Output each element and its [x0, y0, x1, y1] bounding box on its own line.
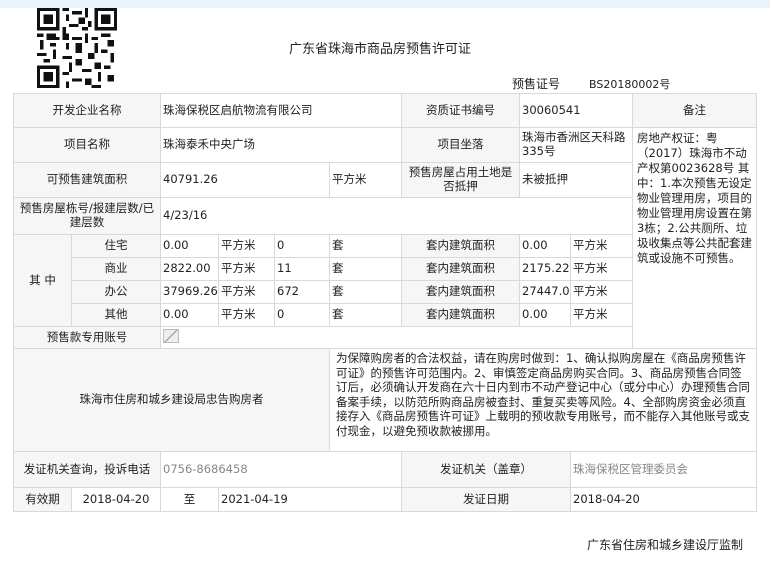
account-label: 预售款专用账号: [13, 326, 161, 349]
inner-area-label: 套内建筑面积: [401, 303, 520, 327]
inner-area-label: 套内建筑面积: [401, 234, 520, 258]
validity-row: 有效期 2018-04-20 至 2021-04-19 发证日期 2018-04…: [13, 487, 758, 512]
unit-count: 0: [274, 303, 330, 327]
unit-count: 11: [274, 257, 330, 281]
developer-row: 开发企业名称 珠海保税区启航物流有限公司 资质证书编号 30060541 备注: [13, 93, 758, 128]
project-value: 珠海泰禾中央广场: [160, 127, 402, 163]
notice-label: 珠海市住房和城乡建设局忠告购房者: [13, 348, 330, 452]
inner-area-value: 0.00: [519, 234, 571, 258]
area-unit: 平方米: [218, 257, 275, 281]
developer-value: 珠海保税区启航物流有限公司: [160, 93, 402, 128]
page-title: 广东省珠海市商品房预售许可证: [288, 42, 471, 57]
type-area: 0.00: [160, 303, 219, 327]
qr-code-icon: [37, 8, 117, 88]
issuer-value: 珠海保税区管理委员会: [569, 451, 758, 488]
project-label: 项目名称: [13, 127, 161, 163]
area-unit: 平方米: [218, 303, 275, 327]
validity-start: 2018-04-20: [71, 487, 161, 512]
area-label: 可预售建筑面积: [13, 162, 161, 198]
inner-area-value: 2175.22: [519, 257, 571, 281]
inner-area-value: 27447.0(: [519, 280, 571, 304]
contact-phone: 0756-8686458: [160, 451, 402, 488]
inner-area-label: 套内建筑面积: [401, 257, 520, 281]
mortgage-value: 未被抵押: [518, 162, 634, 198]
permit-table: 开发企业名称 珠海保税区启航物流有限公司 资质证书编号 30060541 备注 …: [13, 93, 758, 512]
count-unit: 套: [329, 234, 402, 258]
count-unit: 套: [329, 257, 402, 281]
issue-date-label: 发证日期: [401, 487, 571, 512]
project-row: 项目名称 珠海泰禾中央广场 项目坐落 珠海市香洲区天科路335号 房地产权证：粤…: [13, 127, 758, 349]
contact-row: 发证机关查询，投诉电话 0756-8686458 发证机关（盖章） 珠海保税区管…: [13, 451, 758, 488]
validity-label: 有效期: [13, 487, 72, 512]
inner-area-unit: 平方米: [569, 257, 634, 281]
building-label: 预售房屋栋号/报建层数/已建层数: [13, 197, 161, 235]
type-label: 住宅: [71, 234, 161, 258]
building-value: 4/23/16: [159, 197, 634, 235]
type-label: 其他: [71, 303, 161, 327]
developer-label: 开发企业名称: [13, 93, 161, 128]
top-strip: [0, 0, 770, 8]
notice-text: 为保障购房者的合法权益，请在购房时做到：1、确认拟购房屋在《商品房预售许可证》的…: [328, 348, 758, 452]
inner-area-unit: 平方米: [569, 280, 634, 304]
area-unit: 平方米: [329, 162, 402, 198]
inner-area-label: 套内建筑面积: [401, 280, 520, 304]
remark-label: 备注: [632, 93, 758, 128]
account-value[interactable]: [159, 326, 758, 349]
issuer-label: 发证机关（盖章）: [401, 451, 571, 488]
count-unit: 套: [329, 303, 402, 327]
cert-value: 30060541: [518, 93, 634, 128]
permit-number-value: BS20180002号: [589, 78, 671, 91]
account-row: 预售款专用账号: [13, 326, 758, 349]
validity-end: 2021-04-19: [218, 487, 402, 512]
unit-count: 0: [274, 234, 330, 258]
location-value: 珠海市香洲区天科路335号: [518, 127, 634, 163]
type-label: 办公: [71, 280, 161, 304]
among-label: 其 中: [13, 234, 72, 327]
permit-number-label: 预售证号: [512, 77, 561, 91]
area-unit: 平方米: [218, 280, 275, 304]
notice-row: 珠海市住房和城乡建设局忠告购房者 为保障购房者的合法权益，请在购房时做到：1、确…: [13, 348, 758, 452]
type-label: 商业: [71, 257, 161, 281]
area-value: 40791.26: [160, 162, 330, 198]
location-label: 项目坐落: [401, 127, 520, 163]
inner-area-unit: 平方米: [569, 234, 634, 258]
mortgage-label: 预售房屋占用土地是否抵押: [401, 162, 520, 198]
cert-label: 资质证书编号: [401, 93, 520, 128]
count-unit: 套: [329, 280, 402, 304]
remark-text: 房地产权证：粤（2017）珠海市不动产权第0023628号 其中：1.本次预售无…: [632, 127, 758, 349]
type-area: 37969.26: [160, 280, 219, 304]
contact-label: 发证机关查询，投诉电话: [13, 451, 161, 488]
inner-area-value: 0.00: [519, 303, 571, 327]
area-unit: 平方米: [218, 234, 275, 258]
edit-icon[interactable]: [163, 328, 179, 343]
validity-to: 至: [160, 487, 219, 512]
inner-area-unit: 平方米: [569, 303, 634, 327]
footer-supervisor: 广东省住房和城乡建设厅监制: [587, 538, 744, 552]
issue-date-value: 2018-04-20: [569, 487, 758, 512]
type-area: 2822.00: [160, 257, 219, 281]
unit-count: 672: [274, 280, 330, 304]
type-area: 0.00: [160, 234, 219, 258]
